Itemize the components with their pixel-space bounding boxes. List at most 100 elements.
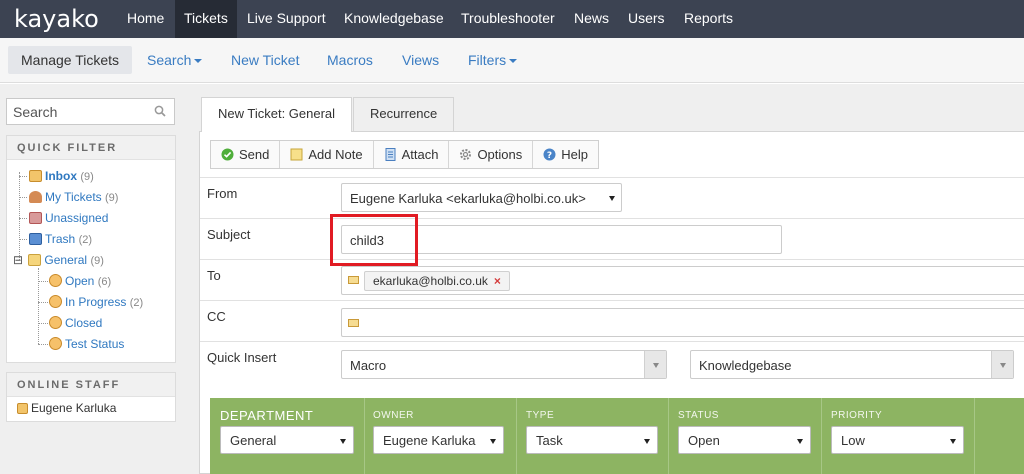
remove-recipient-icon[interactable]: × (494, 274, 501, 288)
filter-my-tickets-label: My Tickets (45, 190, 102, 204)
macro-select[interactable]: Macro (341, 350, 667, 379)
document-icon (385, 148, 396, 161)
unassigned-icon (29, 212, 42, 224)
to-label: To (207, 268, 221, 283)
svg-text:?: ? (547, 151, 552, 161)
attach-button[interactable]: Attach (374, 141, 450, 168)
subnav-filters[interactable]: Filters (455, 46, 530, 74)
filter-unassigned[interactable]: Unassigned (29, 209, 108, 227)
filter-open[interactable]: Open (6) (49, 272, 111, 290)
subnav-search-label: Search (147, 52, 192, 68)
status-value: Open (688, 433, 720, 448)
owner-label: OWNER (373, 410, 414, 421)
send-label: Send (239, 147, 270, 162)
type-label: TYPE (526, 410, 555, 421)
quick-filter-heading: QUICK FILTER (7, 136, 175, 160)
subnav-new-ticket[interactable]: New Ticket (218, 46, 312, 74)
knowledgebase-dropdown-button[interactable] (991, 351, 1013, 378)
from-select[interactable]: Eugene Karluka <ekarluka@holbi.co.uk> (341, 183, 622, 212)
nav-news[interactable]: News (565, 0, 618, 38)
from-row: From Eugene Karluka <ekarluka@holbi.co.u… (200, 177, 1024, 218)
filter-general-count: (9) (90, 255, 104, 267)
filter-trash[interactable]: Trash (2) (29, 230, 92, 248)
search-input[interactable] (7, 99, 147, 124)
options-label: Options (477, 147, 523, 162)
tab-recurrence[interactable]: Recurrence (353, 97, 455, 131)
owner-select[interactable]: Eugene Karluka (373, 426, 504, 454)
type-select[interactable]: Task (526, 426, 658, 454)
tree-connector (38, 323, 48, 324)
nav-home[interactable]: Home (118, 0, 173, 38)
department-label: DEPARTMENT (220, 408, 314, 423)
recipient-tag: ekarluka@holbi.co.uk × (364, 271, 510, 291)
nav-troubleshooter[interactable]: Troubleshooter (452, 0, 564, 38)
status-circle-icon (49, 274, 62, 287)
quick-insert-label: Quick Insert (207, 350, 277, 365)
help-button[interactable]: ? Help (533, 141, 598, 168)
nav-knowledgebase[interactable]: Knowledgebase (335, 0, 453, 38)
filter-inbox[interactable]: Inbox (9) (29, 167, 94, 185)
status-circle-icon (49, 295, 62, 308)
note-icon (290, 148, 303, 161)
cc-field[interactable] (341, 308, 1024, 337)
filter-my-tickets[interactable]: My Tickets (9) (29, 188, 118, 206)
add-note-button[interactable]: Add Note (280, 141, 374, 168)
tree-connector (38, 302, 48, 303)
subnav-manage-tickets[interactable]: Manage Tickets (8, 46, 133, 74)
knowledgebase-value: Knowledgebase (699, 358, 792, 373)
envelope-icon (348, 319, 359, 327)
filter-open-count: (6) (97, 276, 112, 288)
filter-general[interactable]: ⊟ General (9) (13, 251, 104, 269)
attach-label: Attach (401, 147, 439, 162)
filter-trash-label: Trash (45, 232, 76, 246)
subnav-views[interactable]: Views (389, 46, 452, 74)
subject-highlight-box (330, 214, 418, 266)
options-button[interactable]: Options (449, 141, 534, 168)
ticket-toolbar: Send Add Note Attach Options ? Help (210, 140, 599, 169)
department-value: General (230, 433, 277, 448)
nav-live-support[interactable]: Live Support (238, 0, 335, 38)
kayako-logo[interactable]: kayako (14, 5, 99, 33)
divider (821, 398, 822, 474)
nav-users[interactable]: Users (619, 0, 674, 38)
priority-label: PRIORITY (831, 410, 883, 421)
subject-label: Subject (207, 227, 251, 242)
nav-reports[interactable]: Reports (675, 0, 742, 38)
online-staff-member[interactable]: Eugene Karluka (17, 401, 116, 415)
top-navigation-bar: kayako Home Tickets Live Support Knowled… (0, 0, 1024, 38)
staff-status-icon (17, 403, 28, 414)
tab-new-ticket-general[interactable]: New Ticket: General (201, 97, 353, 132)
knowledgebase-select[interactable]: Knowledgebase (690, 350, 1014, 379)
department-select[interactable]: General (220, 426, 354, 454)
filter-closed[interactable]: Closed (49, 314, 102, 332)
status-circle-icon (49, 337, 62, 350)
quick-insert-row: Quick Insert Macro Knowledgebase (200, 341, 1024, 388)
status-select[interactable]: Open (678, 426, 811, 454)
filter-in-progress-count: (2) (129, 297, 144, 309)
inbox-icon (29, 170, 42, 182)
subnav-filters-label: Filters (468, 52, 507, 68)
send-button[interactable]: Send (211, 141, 281, 168)
online-staff-panel: ONLINE STAFF Eugene Karluka (6, 372, 176, 422)
filter-in-progress[interactable]: In Progress (2) (49, 293, 143, 311)
priority-select[interactable]: Low (831, 426, 964, 454)
macro-dropdown-button[interactable] (644, 351, 666, 378)
nav-tickets[interactable]: Tickets (175, 0, 237, 38)
filter-my-tickets-count: (9) (105, 192, 119, 204)
subnav-search[interactable]: Search (134, 46, 215, 74)
macro-value: Macro (350, 358, 387, 373)
dropdown-arrow-icon (797, 439, 803, 444)
filter-test-status[interactable]: Test Status (49, 335, 124, 353)
subject-row: Subject child3 (200, 218, 1024, 259)
subnav-macros[interactable]: Macros (314, 46, 386, 74)
check-circle-icon (221, 148, 234, 161)
filter-trash-count: (2) (78, 234, 93, 246)
dropdown-arrow-icon (1000, 363, 1006, 368)
collapse-icon[interactable]: ⊟ (13, 253, 23, 267)
filter-test-status-label: Test Status (65, 337, 125, 351)
user-icon (29, 191, 42, 203)
trash-icon (29, 233, 42, 245)
online-staff-name: Eugene Karluka (31, 401, 117, 415)
to-field[interactable]: ekarluka@holbi.co.uk × (341, 266, 1024, 295)
search-icon[interactable] (154, 105, 166, 117)
